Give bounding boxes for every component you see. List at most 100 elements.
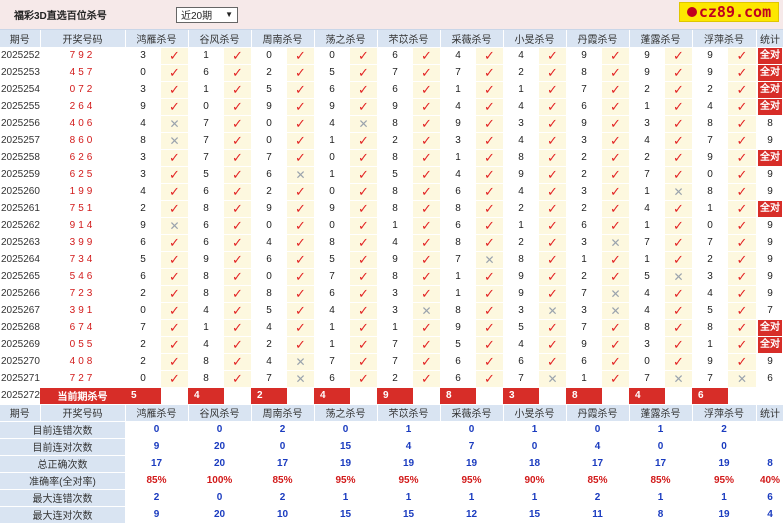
stats-label: 最大连错次数 [0, 489, 125, 507]
kill-number-cell: 8 [440, 234, 476, 252]
result-mark-cell: ✓ [665, 149, 692, 167]
check-icon: ✓ [421, 200, 432, 216]
check-icon: ✓ [358, 98, 369, 114]
kill-number-cell: 7 [125, 319, 161, 337]
result-mark-cell: ✓ [476, 166, 503, 184]
kill-number-cell: 2 [692, 81, 728, 99]
check-icon: ✓ [673, 98, 684, 114]
check-icon: ✓ [169, 285, 180, 301]
kill-number-cell: 8 [377, 115, 413, 133]
kill-number-cell: 7 [440, 251, 476, 269]
kill-number-cell: 1 [566, 251, 602, 269]
stats-value: 19 [692, 506, 756, 524]
check-icon: ✓ [610, 98, 621, 114]
kill-number-cell: 2 [629, 81, 665, 99]
stats-value: 0 [629, 438, 692, 456]
result-mark-cell: ✕ [665, 183, 692, 201]
check-icon: ✓ [358, 149, 369, 165]
result-mark-cell: ✓ [413, 132, 440, 150]
kill-number-cell: 3 [125, 47, 161, 65]
kill-number-cell: 9 [503, 166, 539, 184]
result-mark-cell: ✓ [665, 234, 692, 252]
result-mark-cell: ✓ [224, 319, 251, 337]
check-icon: ✓ [232, 251, 243, 267]
result-mark-cell: ✕ [476, 251, 503, 269]
current-kill-number: 8 [440, 387, 476, 405]
kill-number-cell: 3 [566, 183, 602, 201]
stat-cell: 全对 [756, 336, 783, 354]
kill-number-cell: 1 [440, 81, 476, 99]
result-mark-cell: ✓ [224, 370, 251, 388]
kill-number-cell: 1 [566, 370, 602, 388]
check-icon: ✓ [421, 98, 432, 114]
kill-number-cell: 1 [629, 217, 665, 235]
kill-number-cell: 5 [692, 302, 728, 320]
kill-number-cell: 4 [440, 98, 476, 116]
result-mark-cell: ✓ [413, 98, 440, 116]
result-mark-cell: ✓ [665, 47, 692, 65]
result-mark-cell: ✓ [350, 319, 377, 337]
kill-number-cell: 7 [314, 268, 350, 286]
current-kill-number: 8 [566, 387, 602, 405]
kill-number-cell: 2 [251, 336, 287, 354]
check-icon: ✓ [484, 64, 495, 80]
site-logo[interactable]: cz89.com [679, 2, 779, 22]
result-mark-cell: ✓ [665, 353, 692, 371]
check-icon: ✓ [358, 302, 369, 318]
result-mark-cell: ✓ [665, 217, 692, 235]
check-icon: ✓ [610, 183, 621, 199]
check-icon: ✓ [295, 217, 306, 233]
check-icon: ✓ [169, 370, 180, 386]
check-icon: ✓ [673, 200, 684, 216]
kill-number-cell: 0 [692, 166, 728, 184]
check-icon: ✓ [169, 200, 180, 216]
stats-value: 2 [692, 421, 756, 439]
kill-number-cell: 2 [503, 200, 539, 218]
result-mark-cell: ✓ [224, 336, 251, 354]
result-mark-cell: ✓ [161, 370, 188, 388]
check-icon: ✓ [610, 319, 621, 335]
result-mark-cell: ✓ [602, 217, 629, 235]
stats-value: 6 [756, 489, 783, 507]
check-icon: ✓ [484, 370, 495, 386]
stats-value: 85% [125, 472, 188, 490]
kill-number-cell: 7 [629, 234, 665, 252]
stats-value: 95% [440, 472, 503, 490]
result-mark-cell: ✓ [350, 183, 377, 201]
result-mark-cell: ✓ [287, 183, 314, 201]
result-mark-cell: ✓ [413, 200, 440, 218]
draw-code-cell: 674 [40, 319, 125, 337]
kill-number-cell: 3 [377, 302, 413, 320]
period-select[interactable]: 近20期 ▼ [176, 6, 238, 23]
cross-icon: ✕ [169, 133, 180, 148]
check-icon: ✓ [358, 251, 369, 267]
draw-code-cell: 264 [40, 98, 125, 116]
kill-number-cell: 1 [377, 217, 413, 235]
check-icon: ✓ [610, 370, 621, 386]
check-icon: ✓ [295, 302, 306, 318]
result-mark-cell: ✓ [602, 353, 629, 371]
kill-number-cell: 8 [566, 64, 602, 82]
result-mark-cell: ✓ [224, 64, 251, 82]
kill-number-cell: 0 [251, 268, 287, 286]
kill-number-cell: 8 [188, 200, 224, 218]
col-kill-header: 荡之杀号 [314, 30, 378, 48]
stats-value: 2 [251, 489, 314, 507]
check-icon: ✓ [484, 47, 495, 63]
kill-number-cell: 5 [125, 251, 161, 269]
current-kill-number: 4 [314, 387, 350, 405]
result-mark-cell: ✓ [476, 353, 503, 371]
result-mark-cell: ✓ [728, 149, 756, 167]
current-blank-cell [665, 387, 692, 405]
check-icon: ✓ [736, 98, 748, 114]
result-mark-cell: ✓ [287, 149, 314, 167]
stats-value: 1 [377, 421, 440, 439]
result-mark-cell: ✓ [350, 200, 377, 218]
stat-cell: 8 [756, 115, 783, 133]
check-icon: ✓ [421, 285, 432, 301]
kill-number-cell: 4 [125, 183, 161, 201]
kill-number-cell: 7 [692, 370, 728, 388]
kill-number-cell: 6 [566, 98, 602, 116]
col-kill-header: 周南杀号 [251, 404, 315, 422]
result-mark-cell: ✓ [665, 81, 692, 99]
